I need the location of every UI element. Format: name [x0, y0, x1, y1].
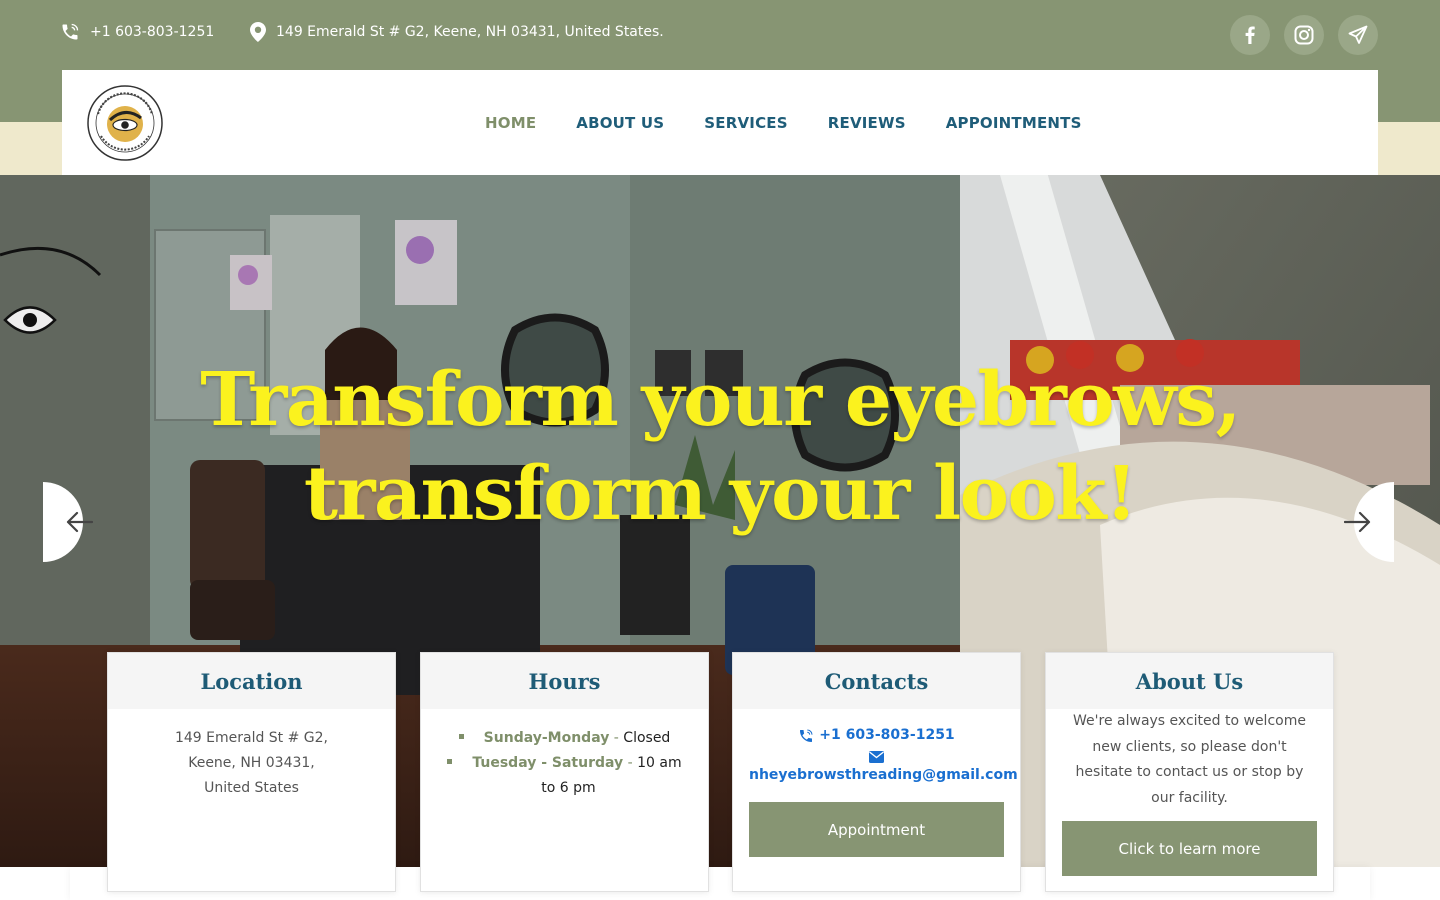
location-line-2: Keene, NH 03431, — [188, 755, 315, 771]
contact-phone-link[interactable]: +1 603-803-1251 — [749, 723, 1004, 748]
facebook-icon — [1245, 26, 1255, 44]
hours-value: 10 am — [637, 755, 682, 771]
about-text: We're always excited to welcome new clie… — [1073, 713, 1306, 806]
hours-row: Tuesday - Saturday - 10 am to 6 pm — [431, 751, 698, 801]
hero-heading: Transform your eyebrows, transform your … — [0, 353, 1440, 541]
location-card-title: Location — [108, 653, 395, 709]
instagram-button[interactable] — [1284, 15, 1324, 55]
contacts-card-title: Contacts — [733, 653, 1020, 709]
bullet-icon — [458, 733, 464, 739]
location-line-3: United States — [204, 780, 299, 796]
hours-card: Hours Sunday-Monday - Closed Tuesday - S… — [420, 652, 709, 892]
nav-home[interactable]: HOME — [485, 114, 536, 132]
bullet-icon — [447, 758, 453, 764]
contact-email-link[interactable]: nheyebrowsthreading@gmail.com — [749, 763, 1018, 788]
header-nav-card: HOME ABOUT US SERVICES REVIEWS APPOINTME… — [62, 70, 1378, 175]
learn-more-button[interactable]: Click to learn more — [1062, 821, 1317, 876]
hero-heading-line-2: transform your look! — [303, 451, 1138, 537]
hero-heading-line-1: Transform your eyebrows, — [200, 357, 1241, 443]
hours-list: Sunday-Monday - Closed Tuesday - Saturda… — [431, 726, 698, 801]
location-card: Location 149 Emerald St # G2, Keene, NH … — [107, 652, 396, 892]
hours-day: Tuesday - Saturday — [472, 755, 624, 771]
instagram-icon — [1294, 25, 1314, 45]
about-card-title: About Us — [1046, 653, 1333, 709]
nav-reviews[interactable]: REVIEWS — [828, 114, 906, 132]
appointment-button[interactable]: Appointment — [749, 802, 1004, 857]
arrow-left-icon — [66, 511, 93, 533]
hours-separator: - — [623, 755, 638, 771]
top-address: 149 Emerald St # G2, Keene, NH 03431, Un… — [250, 22, 664, 42]
contacts-card: Contacts +1 603-803-1251 nheyebrowsthrea… — [732, 652, 1021, 892]
envelope-icon — [869, 751, 884, 763]
top-phone-text: +1 603-803-1251 — [90, 24, 215, 40]
top-address-text: 149 Emerald St # G2, Keene, NH 03431, Un… — [276, 24, 664, 40]
nav-about-us[interactable]: ABOUT US — [576, 114, 664, 132]
hours-value-continued: to 6 pm — [541, 780, 596, 796]
telegram-button[interactable] — [1338, 15, 1378, 55]
phone-icon — [62, 23, 79, 40]
nav-appointments[interactable]: APPOINTMENTS — [946, 114, 1082, 132]
location-line-1: 149 Emerald St # G2, — [174, 730, 329, 746]
facebook-button[interactable] — [1230, 15, 1270, 55]
main-nav: HOME ABOUT US SERVICES REVIEWS APPOINTME… — [485, 70, 1082, 175]
hours-card-title: Hours — [421, 653, 708, 709]
phone-icon — [800, 728, 813, 742]
hours-value: Closed — [623, 730, 671, 746]
email-icon-row — [749, 751, 1004, 763]
arrow-right-icon — [1344, 511, 1371, 533]
hours-separator: - — [609, 730, 624, 746]
about-card: About Us We're always excited to welcome… — [1045, 652, 1334, 892]
site-logo[interactable] — [86, 84, 164, 162]
top-phone[interactable]: +1 603-803-1251 — [60, 22, 214, 42]
hours-row: Sunday-Monday - Closed — [431, 726, 698, 751]
hours-day: Sunday-Monday — [483, 730, 610, 746]
nav-services[interactable]: SERVICES — [704, 114, 787, 132]
map-pin-icon — [250, 22, 266, 42]
telegram-icon — [1348, 25, 1368, 44]
logo-emblem — [87, 85, 163, 161]
contact-phone-text: +1 603-803-1251 — [819, 727, 955, 743]
social-links — [1230, 15, 1378, 55]
